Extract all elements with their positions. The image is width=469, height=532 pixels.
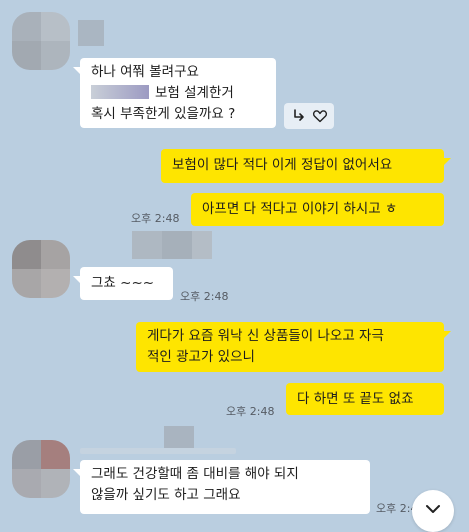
message-time: 오후 2:48 <box>131 212 180 225</box>
message-line: 혹시 부족한게 있을까요 ? <box>91 106 236 122</box>
outgoing-message[interactable]: 아프면 다 적다고 이야기 하시고 ㅎ <box>191 193 444 226</box>
heart-icon[interactable] <box>312 108 328 124</box>
contact-avatar[interactable] <box>12 12 70 70</box>
contact-name-blurred <box>78 20 104 46</box>
chevron-down-icon <box>423 499 443 523</box>
contact-avatar[interactable] <box>12 440 70 498</box>
outgoing-message[interactable]: 보험이 많다 적다 이게 정답이 없어서요 <box>161 149 451 183</box>
message-line: 보험 설계한거 <box>91 83 265 104</box>
contact-avatar[interactable] <box>12 240 70 298</box>
outgoing-message[interactable]: 다 하면 또 끝도 없죠 <box>286 383 444 415</box>
scroll-to-bottom-button[interactable] <box>412 490 454 532</box>
message-time: 오후 2:48 <box>180 290 229 303</box>
contact-name-blurred <box>80 448 236 454</box>
message-line: 하나 여쭤 볼려구요 <box>91 64 199 80</box>
contact-name-blurred <box>132 231 212 259</box>
message-time: 오후 2:48 <box>226 405 275 418</box>
reply-arrow-icon[interactable] <box>291 108 307 124</box>
message-reaction-bar[interactable] <box>284 103 334 129</box>
outgoing-message[interactable]: 게다가 요즘 워낙 신 상품들이 나오고 자극 적인 광고가 있으니 <box>136 322 451 372</box>
redacted-text <box>91 85 149 99</box>
incoming-message[interactable]: 하나 여쭤 볼려구요 보험 설계한거 혹시 부족한게 있을까요 ? <box>73 58 276 128</box>
incoming-message[interactable]: 그래도 건강할때 좀 대비를 해야 되지 않을까 싶기도 하고 그래요 <box>73 460 370 514</box>
incoming-message[interactable]: 그쵸 ~~~ <box>73 267 173 300</box>
